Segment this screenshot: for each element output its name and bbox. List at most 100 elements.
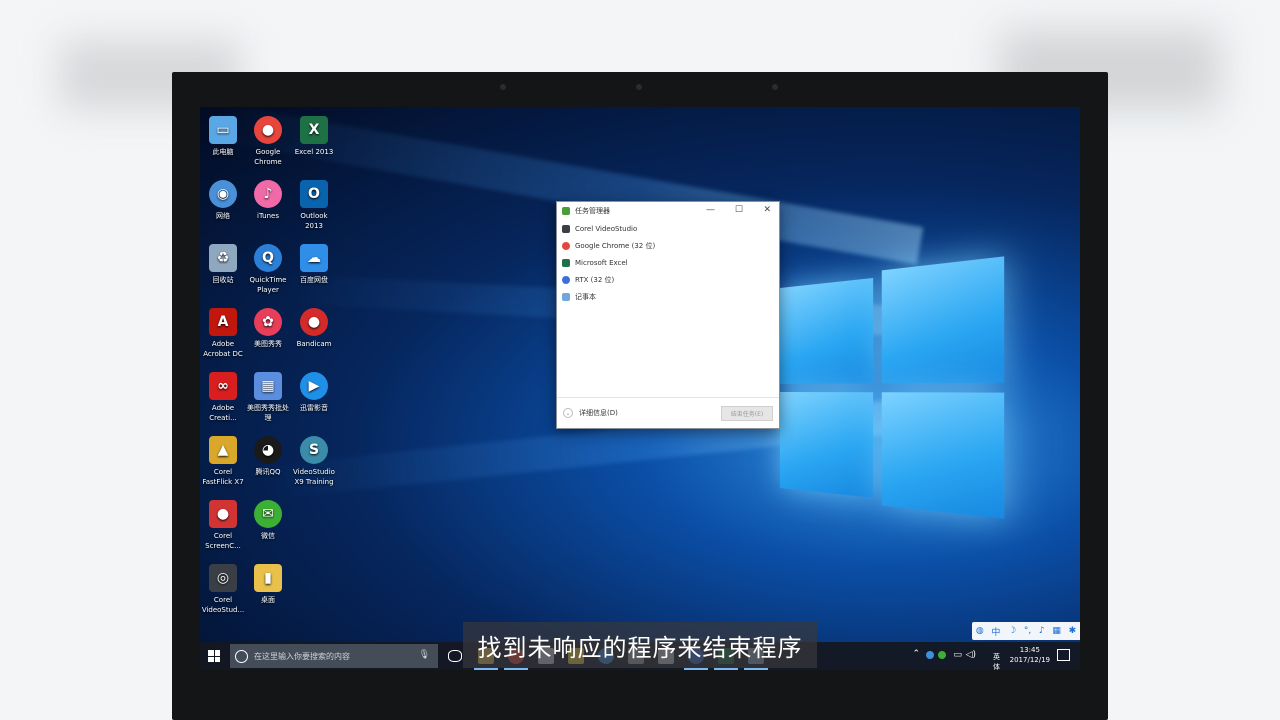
desktop-icon-xunlei-player[interactable]: ▶ 迅雷影音	[291, 372, 337, 413]
desktop-icon-recycle-bin[interactable]: ♻ 回收站	[200, 244, 246, 285]
desktop-icon-bandicam[interactable]: ● Bandicam	[291, 308, 337, 349]
task-manager-window: 任务管理器 — ☐ ✕ Corel VideoStudio Google Chr…	[556, 201, 780, 429]
microphone-icon[interactable]: 🎙	[419, 650, 430, 660]
desktop-icon-wechat[interactable]: ✉ 微信	[245, 500, 291, 541]
ime-toolbar[interactable]: ◍ 中 ☽ °, ♪ ▦ ✱	[972, 622, 1080, 640]
videostudio-icon: ◎	[209, 564, 237, 592]
running-indicator	[504, 668, 528, 670]
recycle-bin-icon: ♻	[209, 244, 237, 272]
app-row-rtx[interactable]: RTX (32 位)	[557, 271, 779, 288]
clock-date: 2017/12/19	[1009, 656, 1050, 664]
ime-lang[interactable]: 中	[991, 625, 1000, 638]
volume-icon[interactable]: ◁)	[966, 650, 976, 660]
desktop-icon-outlook[interactable]: O Outlook 2013	[291, 180, 337, 231]
fastflick-icon: ▲	[209, 436, 237, 464]
desktop-icon-qq[interactable]: ◕ 腾讯QQ	[245, 436, 291, 477]
desktop-icon-desktop-folder[interactable]: ▮ 桌面	[245, 564, 291, 605]
quicktime-icon: Q	[254, 244, 282, 272]
desktop-icon-screencap[interactable]: ● Corel ScreenC...	[200, 500, 246, 551]
desktop-icon-meitu[interactable]: ✿ 美图秀秀	[245, 308, 291, 349]
baidu-netdisk-icon: ☁	[300, 244, 328, 272]
bandicam-icon: ●	[300, 308, 328, 336]
windows-logo	[780, 256, 1005, 522]
logo-pane	[780, 277, 874, 384]
acrobat-icon: A	[209, 308, 237, 336]
ime-settings-icon[interactable]: ✱	[1069, 626, 1077, 636]
clock-time: 13:45	[1019, 646, 1040, 654]
close-icon[interactable]: ✕	[763, 205, 771, 215]
cortana-icon	[235, 649, 248, 663]
task-view-icon[interactable]	[448, 650, 462, 662]
start-button[interactable]	[208, 650, 220, 662]
desktop-icon-excel[interactable]: X Excel 2013	[291, 116, 337, 157]
meitu-batch-icon: ▦	[254, 372, 282, 400]
webcam	[636, 84, 642, 90]
more-details-button[interactable]: ⌄ 详细信息(D)	[563, 408, 618, 418]
ime-keyboard-icon[interactable]: ▦	[1052, 626, 1061, 636]
maximize-icon[interactable]: ☐	[735, 205, 743, 215]
excel-icon: X	[300, 116, 328, 144]
bezel-dot	[772, 84, 778, 90]
chrome-icon	[562, 241, 570, 250]
notepad-icon	[562, 292, 570, 301]
desktop-icon-itunes[interactable]: ♪ iTunes	[245, 180, 291, 221]
minimize-icon[interactable]: —	[706, 205, 715, 215]
tray-app-icon[interactable]	[926, 651, 934, 659]
xunlei-player-icon: ▶	[300, 372, 328, 400]
creative-cloud-icon: ∞	[209, 372, 237, 400]
chrome-icon: ●	[254, 116, 282, 144]
video-subtitle: 找到未响应的程序来结束程序	[463, 622, 817, 668]
meitu-icon: ✿	[254, 308, 282, 336]
bezel-dot	[500, 84, 506, 90]
taskbar-search-box[interactable]: 在这里输入你要搜索的内容 🎙	[230, 644, 438, 668]
excel-icon	[562, 258, 570, 267]
logo-pane	[881, 392, 1005, 519]
window-title: 任务管理器	[575, 207, 610, 215]
desktop-icon-chrome[interactable]: ● Google Chrome	[245, 116, 291, 167]
app-row-videostudio[interactable]: Corel VideoStudio	[557, 220, 779, 237]
desktop-icon-videostudio-training[interactable]: S VideoStudio X9 Training	[291, 436, 337, 487]
app-row-notepad[interactable]: 记事本	[557, 288, 779, 305]
logo-pane	[881, 256, 1005, 384]
logo-pane	[780, 392, 874, 498]
rtx-icon	[562, 275, 570, 284]
network-icon[interactable]: ▭	[953, 650, 962, 660]
desktop-icon-quicktime[interactable]: Q QuickTime Player	[245, 244, 291, 295]
search-placeholder: 在这里输入你要搜索的内容	[254, 651, 350, 661]
input-mode[interactable]: 英体	[993, 652, 1000, 670]
screencap-icon: ●	[209, 500, 237, 528]
videostudio-icon	[562, 224, 570, 233]
desktop-icon-this-pc[interactable]: ▭ 此电脑	[200, 116, 246, 157]
ime-logo-icon[interactable]: ◍	[976, 626, 984, 636]
task-manager-footer: ⌄ 详细信息(D) 结束任务(E)	[557, 397, 779, 428]
tray-overflow-icon[interactable]: ⌃	[912, 649, 920, 659]
clock[interactable]: 13:45 2017/12/19	[1010, 645, 1050, 665]
action-center-icon[interactable]	[1057, 649, 1070, 661]
running-indicator	[474, 668, 498, 670]
desktop-icon-acrobat[interactable]: A Adobe Acrobat DC	[200, 308, 246, 359]
videostudio-training-icon: S	[300, 436, 328, 464]
app-row-excel[interactable]: Microsoft Excel	[557, 254, 779, 271]
desktop-icon-fastflick[interactable]: ▲ Corel FastFlick X7	[200, 436, 246, 487]
app-row-chrome[interactable]: Google Chrome (32 位)	[557, 237, 779, 254]
title-bar[interactable]: 任务管理器 — ☐ ✕	[557, 202, 779, 220]
folder-icon: ▮	[254, 564, 282, 592]
desktop-icon-network[interactable]: ◉ 网络	[200, 180, 246, 221]
itunes-icon: ♪	[254, 180, 282, 208]
task-manager-icon	[562, 207, 570, 215]
ime-mic-icon[interactable]: ♪	[1039, 626, 1045, 636]
desktop-icon-videostudio[interactable]: ◎ Corel VideoStud...	[200, 564, 246, 615]
wechat-icon[interactable]	[938, 651, 946, 659]
network-icon: ◉	[209, 180, 237, 208]
running-indicator	[684, 668, 708, 670]
ime-halfwidth-icon[interactable]: ☽	[1008, 626, 1016, 636]
desktop-icon-creative-cloud[interactable]: ∞ Adobe Creati...	[200, 372, 246, 423]
desktop-icon-meitu-batch[interactable]: ▦ 美图秀秀批处理	[245, 372, 291, 423]
ime-punct-icon[interactable]: °,	[1024, 626, 1031, 636]
wechat-icon: ✉	[254, 500, 282, 528]
end-task-button[interactable]: 结束任务(E)	[721, 406, 773, 421]
qq-icon: ◕	[254, 436, 282, 464]
desktop-icon-baidu-netdisk[interactable]: ☁ 百度网盘	[291, 244, 337, 285]
windows-icon	[208, 650, 214, 656]
running-indicator	[714, 668, 738, 670]
